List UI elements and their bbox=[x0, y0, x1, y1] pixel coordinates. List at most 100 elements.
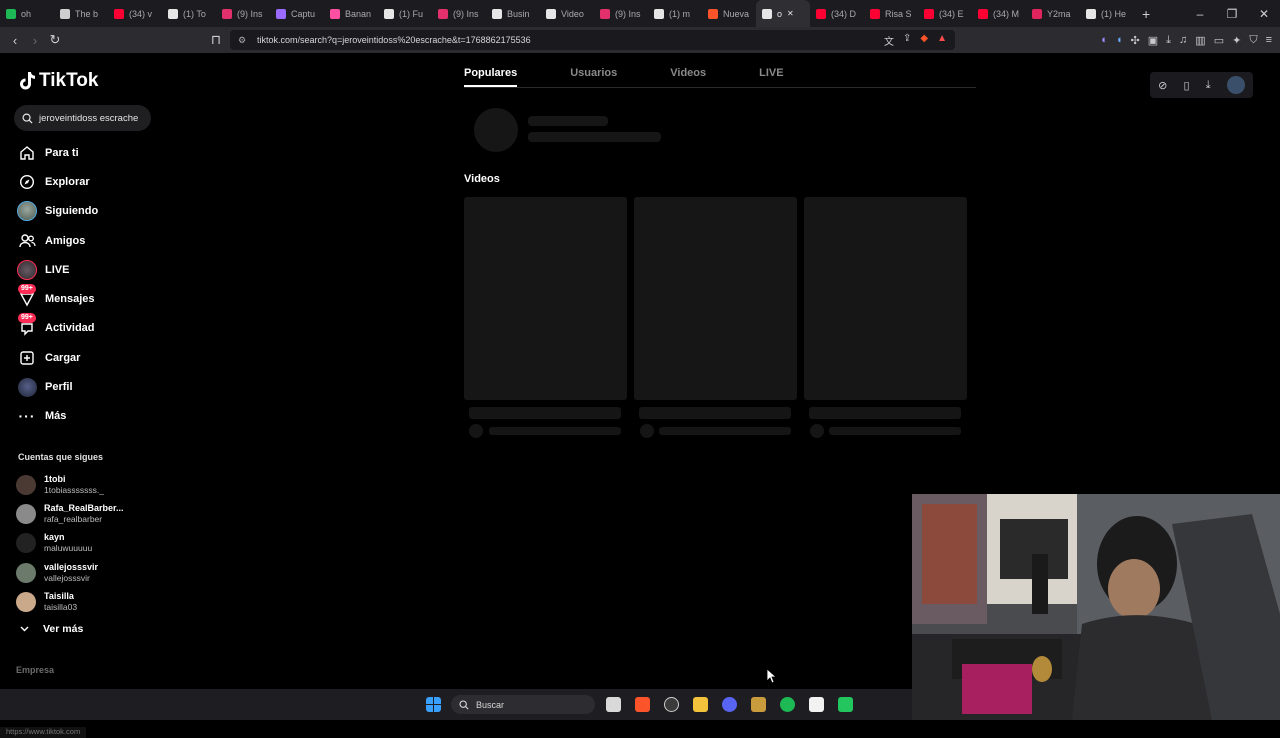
kick-icon[interactable] bbox=[838, 697, 853, 712]
browser-tab[interactable]: Video bbox=[540, 0, 594, 27]
task-view-icon[interactable] bbox=[606, 697, 621, 712]
back-icon[interactable]: ‹ bbox=[5, 33, 25, 48]
download-icon[interactable]: ⤓ bbox=[1166, 34, 1171, 47]
browser-tab[interactable]: Busin bbox=[486, 0, 540, 27]
device-icon[interactable]: ▯ bbox=[1184, 79, 1190, 92]
avatar[interactable] bbox=[1226, 76, 1245, 94]
following-item[interactable]: kayn maluwuuuuu bbox=[16, 529, 124, 558]
maximize-icon[interactable]: ❐ bbox=[1216, 7, 1248, 21]
tab-title: (34) v bbox=[129, 8, 153, 19]
brave-browser-icon[interactable] bbox=[635, 697, 650, 712]
tiktok-logo[interactable]: TikTok bbox=[18, 70, 98, 92]
brave-rewards-icon[interactable]: ▲ bbox=[937, 33, 947, 48]
screenshot-icon[interactable]: ▣ bbox=[1148, 34, 1158, 47]
sidebar-item-mas[interactable]: ··· Más bbox=[16, 402, 98, 431]
tab-favicon-icon bbox=[600, 8, 610, 19]
sidebar-item-live[interactable]: LIVE bbox=[16, 255, 98, 284]
league-icon[interactable] bbox=[751, 697, 766, 712]
reload-icon[interactable]: ↻ bbox=[45, 32, 65, 48]
tab-title: Risa S bbox=[885, 8, 912, 19]
puzzle-icon[interactable]: ✣ bbox=[1131, 34, 1140, 47]
browser-tab[interactable]: The b bbox=[54, 0, 108, 27]
browser-tab[interactable]: (34) E bbox=[918, 0, 972, 27]
browser-tab[interactable]: Y2ma bbox=[1026, 0, 1080, 27]
sidebar-item-mensajes[interactable]: 99+ Mensajes bbox=[16, 284, 98, 313]
following-item[interactable]: Rafa_RealBarber... rafa_realbarber bbox=[16, 499, 124, 528]
skeleton-video-card bbox=[464, 197, 627, 400]
tab-videos[interactable]: Videos bbox=[670, 56, 706, 87]
leo-icon[interactable]: ✦ bbox=[1232, 34, 1241, 47]
sidebar-icon[interactable]: ▥ bbox=[1195, 34, 1205, 47]
tab-populares[interactable]: Populares bbox=[464, 56, 518, 87]
tiktok-sidebar: TikTok jeroveintidoss escrache Para ti E… bbox=[0, 53, 165, 738]
wallet-icon[interactable]: ▭ bbox=[1214, 34, 1224, 47]
close-tab-icon[interactable]: ✕ bbox=[787, 9, 794, 18]
browser-tab[interactable]: Banan bbox=[324, 0, 378, 27]
following-name: 1tobi bbox=[44, 473, 66, 484]
extension-icon[interactable]: ◐ bbox=[1101, 34, 1108, 46]
browser-tab[interactable]: (9) Ins bbox=[594, 0, 648, 27]
forward-icon[interactable]: › bbox=[25, 33, 45, 48]
bookmark-icon[interactable]: ⊓ bbox=[206, 32, 226, 48]
tab-usuarios[interactable]: Usuarios bbox=[570, 56, 617, 87]
browser-tab[interactable]: (1) m bbox=[648, 0, 702, 27]
see-more-button[interactable]: Ver más bbox=[20, 623, 83, 635]
discord-icon[interactable] bbox=[722, 697, 737, 712]
media-icon[interactable]: ♫ bbox=[1179, 34, 1187, 46]
browser-tab[interactable]: oh bbox=[0, 0, 54, 27]
translate-icon[interactable]: 文 bbox=[884, 33, 894, 48]
sidebar-item-cargar[interactable]: Cargar bbox=[16, 343, 98, 372]
sidebar-item-actividad[interactable]: 99+ Actividad bbox=[16, 313, 98, 343]
sidebar-item-para-ti[interactable]: Para ti bbox=[16, 138, 98, 167]
sidebar-item-siguiendo[interactable]: Siguiendo bbox=[16, 197, 98, 226]
new-tab-button[interactable]: + bbox=[1134, 6, 1158, 22]
coins-icon[interactable]: ⊘ bbox=[1158, 79, 1167, 92]
tab-live[interactable]: LIVE bbox=[759, 56, 783, 87]
browser-tab[interactable]: Captu bbox=[270, 0, 324, 27]
following-handle: vallejosssvir bbox=[44, 572, 90, 583]
browser-tab[interactable]: (1) Fu bbox=[378, 0, 432, 27]
address-bar[interactable]: ⚙ tiktok.com/search?q=jeroveintidoss%20e… bbox=[230, 30, 955, 50]
sidebar-item-amigos[interactable]: Amigos bbox=[16, 226, 98, 255]
avatar bbox=[16, 562, 36, 583]
activity-badge: 99+ bbox=[18, 313, 36, 324]
sidebar-item-explorar[interactable]: Explorar bbox=[16, 167, 98, 196]
sidebar-item-perfil[interactable]: Perfil bbox=[16, 372, 98, 401]
tiktok-logo-text: TikTok bbox=[39, 70, 99, 91]
following-item[interactable]: vallejosssvir vallejosssvir bbox=[16, 558, 124, 587]
menu-icon[interactable]: ≡ bbox=[1266, 34, 1272, 46]
brave-shield-icon[interactable]: ◆ bbox=[920, 33, 928, 48]
browser-tab[interactable]: (34) M bbox=[972, 0, 1026, 27]
site-info-icon[interactable]: ⚙ bbox=[238, 35, 246, 46]
search-input[interactable]: jeroveintidoss escrache bbox=[14, 105, 151, 131]
profile-icon bbox=[16, 376, 38, 398]
share-icon[interactable]: ⇪ bbox=[903, 33, 911, 48]
spotify-icon[interactable] bbox=[780, 697, 795, 712]
browser-tab[interactable]: (34) D bbox=[810, 0, 864, 27]
taskbar-search[interactable]: Buscar bbox=[451, 695, 595, 714]
browser-tab[interactable]: (1) He bbox=[1080, 0, 1134, 27]
browser-tab[interactable]: Risa S bbox=[864, 0, 918, 27]
browser-tab[interactable]: (9) Ins bbox=[432, 0, 486, 27]
download-app-icon[interactable]: ⤓ bbox=[1206, 79, 1211, 92]
capcut-icon[interactable] bbox=[809, 697, 824, 712]
file-explorer-icon[interactable] bbox=[693, 697, 708, 712]
skeleton-author-avatar bbox=[810, 424, 824, 438]
vpn-icon[interactable]: ⛉ bbox=[1249, 34, 1257, 47]
close-icon[interactable]: ✕ bbox=[1248, 7, 1280, 21]
browser-tab[interactable]: o ✕ bbox=[756, 0, 810, 27]
browser-tab[interactable]: (34) v bbox=[108, 0, 162, 27]
search-icon bbox=[22, 113, 33, 124]
browser-tab[interactable]: Nueva bbox=[702, 0, 756, 27]
audio-icon[interactable]: ◖ bbox=[1116, 34, 1123, 46]
app-icon[interactable] bbox=[664, 697, 679, 712]
windows-start-icon[interactable] bbox=[426, 697, 441, 712]
skeleton-user-handle bbox=[528, 132, 661, 142]
skeleton-user-avatar bbox=[474, 108, 518, 152]
browser-tab[interactable]: (9) Ins bbox=[216, 0, 270, 27]
footer-empresa[interactable]: Empresa bbox=[16, 665, 54, 675]
browser-tab[interactable]: (1) To bbox=[162, 0, 216, 27]
following-item[interactable]: 1tobi 1tobiasssssss._ bbox=[16, 470, 124, 499]
minimize-icon[interactable]: – bbox=[1184, 7, 1216, 21]
following-item[interactable]: Taisilla taisilla03 bbox=[16, 587, 124, 616]
